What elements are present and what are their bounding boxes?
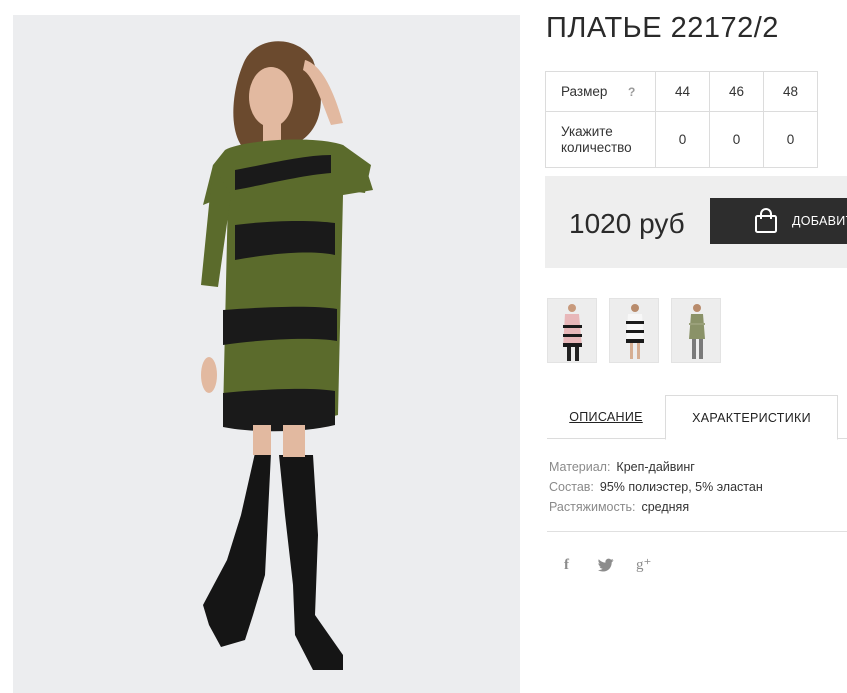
green-dress-thumb <box>672 299 720 362</box>
pink-dress-thumb <box>548 299 596 362</box>
product-tabs: ОПИСАНИЕ ХАРАКТЕРИСТИКИ <box>547 395 847 440</box>
size-46: 46 <box>709 71 764 112</box>
size-row: Размер ? 44 46 48 <box>545 71 818 112</box>
product-title: ПЛАТЬЕ 22172/2 <box>546 12 779 44</box>
quantity-label: Укажите количество <box>561 123 632 155</box>
thumbnail-white[interactable] <box>609 298 659 363</box>
size-help-icon[interactable]: ? <box>628 85 635 99</box>
spec-value: 95% полиэстер, 5% эластан <box>599 480 763 494</box>
thumbnail-pink[interactable] <box>547 298 597 363</box>
shopping-bag-icon <box>755 208 777 233</box>
spec-value: средняя <box>641 500 690 514</box>
divider <box>547 531 847 532</box>
tab-description[interactable]: ОПИСАНИЕ <box>547 395 665 439</box>
quantity-46-input[interactable]: 0 <box>709 111 764 168</box>
add-to-cart-button[interactable]: ДОБАВИТЬ <box>710 198 847 244</box>
spec-key: Материал: <box>549 460 611 474</box>
price-value: 1020 руб <box>569 208 685 239</box>
size-table: Размер ? 44 46 48 Укажите количество 0 0… <box>545 71 818 168</box>
tab-characteristics[interactable]: ХАРАКТЕРИСТИКИ <box>665 395 838 440</box>
spec-key: Состав: <box>549 480 594 494</box>
white-dress-thumb <box>610 299 658 362</box>
size-label: Размер <box>561 84 608 99</box>
quantity-row: Укажите количество 0 0 0 <box>545 111 818 168</box>
thumbnail-green[interactable] <box>671 298 721 363</box>
dress-photo-illustration <box>13 15 520 693</box>
add-to-cart-label: ДОБАВИТЬ <box>792 214 847 228</box>
size-label-cell: Размер ? <box>545 71 656 112</box>
price-box: 1020 руб ДОБАВИТЬ <box>545 176 847 268</box>
spec-row: Состав: 95% полиэстер, 5% эластан <box>549 477 763 497</box>
quantity-48-input[interactable]: 0 <box>763 111 818 168</box>
quantity-44-input[interactable]: 0 <box>655 111 710 168</box>
google-plus-icon[interactable]: g⁺ <box>636 556 651 574</box>
product-photo[interactable] <box>13 15 520 693</box>
spec-key: Растяжимость: <box>549 500 636 514</box>
facebook-icon[interactable]: f <box>564 556 569 574</box>
quantity-label-cell: Укажите количество <box>545 111 656 168</box>
spec-value: Креп-дайвинг <box>616 460 695 474</box>
size-48: 48 <box>763 71 818 112</box>
spec-row: Растяжимость: средняя <box>549 497 763 517</box>
product-specs: Материал: Креп-дайвинг Состав: 95% полиэст… <box>549 457 763 517</box>
size-44: 44 <box>655 71 710 112</box>
spec-row: Материал: Креп-дайвинг <box>549 457 763 477</box>
twitter-icon[interactable] <box>598 558 614 572</box>
